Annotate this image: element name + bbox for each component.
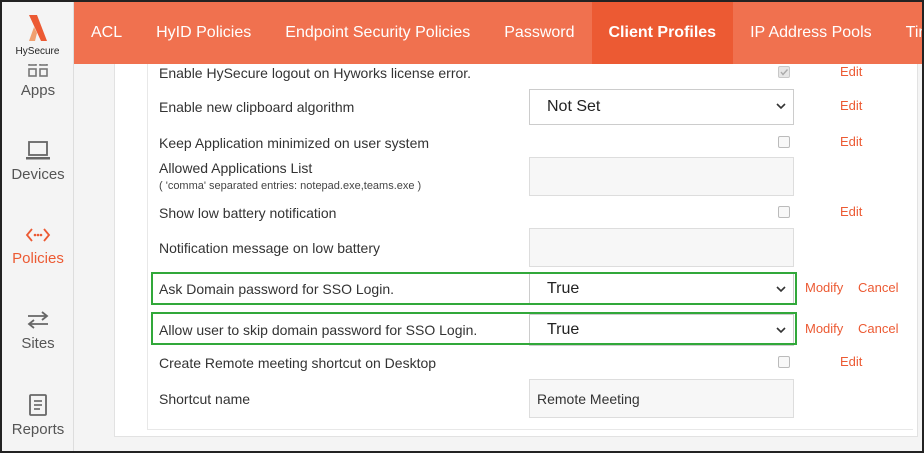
clipboard-select[interactable]: Not Set	[529, 89, 794, 125]
setting-row-allowed-apps: Allowed Applications List ( 'comma' sepa…	[148, 156, 913, 198]
grid-icon	[28, 64, 48, 77]
code-arrows-icon	[25, 228, 51, 242]
setting-hint: ( 'comma' separated entries: notepad.exe…	[159, 180, 422, 192]
top-nav: ACL HyID Policies Endpoint Security Poli…	[74, 2, 922, 64]
setting-label: Enable new clipboard algorithm	[159, 99, 355, 115]
setting-row-ask-domain-password: Ask Domain password for SSO Login. True …	[148, 273, 913, 305]
check-icon	[780, 69, 789, 76]
battery-message-input[interactable]	[529, 228, 794, 267]
skip-domain-password-select[interactable]: True	[529, 314, 794, 346]
setting-row-remote-shortcut: Create Remote meeting shortcut on Deskto…	[148, 352, 913, 376]
report-icon	[29, 394, 47, 416]
tab-password[interactable]: Password	[487, 2, 591, 64]
settings-panel: Enable HySecure logout on Hyworks licens…	[114, 64, 918, 437]
edit-button[interactable]: Edit	[840, 134, 862, 149]
edit-button[interactable]: Edit	[840, 64, 862, 79]
content-area: Enable HySecure logout on Hyworks licens…	[74, 64, 922, 451]
setting-row-low-battery: Show low battery notification Edit	[148, 202, 913, 226]
sidebar-item-label: Apps	[20, 82, 56, 99]
tab-time-access-filter[interactable]: Time Access Filter	[889, 2, 922, 64]
laptop-icon	[26, 141, 50, 160]
tab-ip-address-pools[interactable]: IP Address Pools	[733, 2, 889, 64]
select-value: True	[547, 280, 580, 297]
setting-label: Enable HySecure logout on Hyworks licens…	[159, 65, 472, 81]
tab-endpoint-security-policies[interactable]: Endpoint Security Policies	[268, 2, 487, 64]
sidebar-item-label: Policies	[12, 250, 64, 267]
setting-label: Keep Application minimized on user syste…	[159, 135, 430, 151]
setting-label: Show low battery notification	[159, 205, 337, 221]
shortcut-name-input[interactable]: Remote Meeting	[529, 379, 794, 418]
setting-label: Ask Domain password for SSO Login.	[159, 281, 394, 297]
settings-list: Enable HySecure logout on Hyworks licens…	[147, 64, 913, 430]
logo-mark-icon	[28, 15, 47, 41]
sidebar: Apps Devices Policies Sites Reports	[2, 64, 74, 451]
remote-shortcut-checkbox[interactable]	[778, 356, 790, 368]
setting-label: Shortcut name	[159, 391, 251, 407]
select-value: Not Set	[547, 98, 601, 115]
sidebar-item-policies[interactable]: Policies	[2, 224, 73, 267]
tab-hyid-policies[interactable]: HyID Policies	[139, 2, 268, 64]
keep-minimized-checkbox[interactable]	[778, 136, 790, 148]
modify-button[interactable]: Modify	[805, 321, 843, 336]
sidebar-item-devices[interactable]: Devices	[2, 140, 73, 183]
setting-row-clipboard: Enable new clipboard algorithm Not Set E…	[148, 88, 913, 128]
sidebar-item-apps[interactable]: Apps	[2, 64, 73, 99]
modify-button[interactable]: Modify	[805, 280, 843, 295]
sidebar-item-reports[interactable]: Reports	[2, 393, 73, 438]
setting-label: Allow user to skip domain password for S…	[159, 322, 478, 338]
tab-acl[interactable]: ACL	[74, 2, 139, 64]
edit-button[interactable]: Edit	[840, 98, 862, 113]
logo-text: HySecure	[15, 46, 60, 57]
chevron-down-icon	[776, 286, 786, 293]
sidebar-item-sites[interactable]: Sites	[2, 309, 73, 352]
sidebar-item-label: Sites	[21, 335, 55, 352]
chevron-down-icon	[776, 103, 786, 110]
sidebar-item-label: Reports	[11, 421, 65, 438]
setting-row-keep-minimized: Keep Application minimized on user syste…	[148, 132, 913, 158]
cancel-button[interactable]: Cancel	[858, 280, 898, 295]
allowed-apps-input[interactable]	[529, 157, 794, 196]
low-battery-checkbox[interactable]	[778, 206, 790, 218]
setting-label: Allowed Applications List	[159, 160, 313, 176]
setting-row-shortcut-name: Shortcut name Remote Meeting	[148, 378, 913, 420]
app-window: HySecure ACL HyID Policies Endpoint Secu…	[0, 0, 924, 453]
chevron-down-icon	[776, 327, 786, 334]
setting-row-battery-message: Notification message on low battery	[148, 227, 913, 269]
setting-row-skip-domain-password: Allow user to skip domain password for S…	[148, 314, 913, 346]
setting-label: Notification message on low battery	[159, 240, 380, 256]
tab-client-profiles[interactable]: Client Profiles	[591, 2, 734, 64]
edit-button[interactable]: Edit	[840, 204, 862, 219]
hysecure-logo[interactable]: HySecure	[2, 2, 74, 64]
setting-label: Create Remote meeting shortcut on Deskto…	[159, 355, 437, 371]
sidebar-item-label: Devices	[11, 166, 65, 183]
select-value: True	[547, 321, 580, 338]
edit-button[interactable]: Edit	[840, 354, 862, 369]
logout-license-checkbox[interactable]	[778, 66, 790, 78]
cancel-button[interactable]: Cancel	[858, 321, 898, 336]
ask-domain-password-select[interactable]: True	[529, 273, 794, 305]
swap-arrows-icon	[27, 311, 49, 329]
